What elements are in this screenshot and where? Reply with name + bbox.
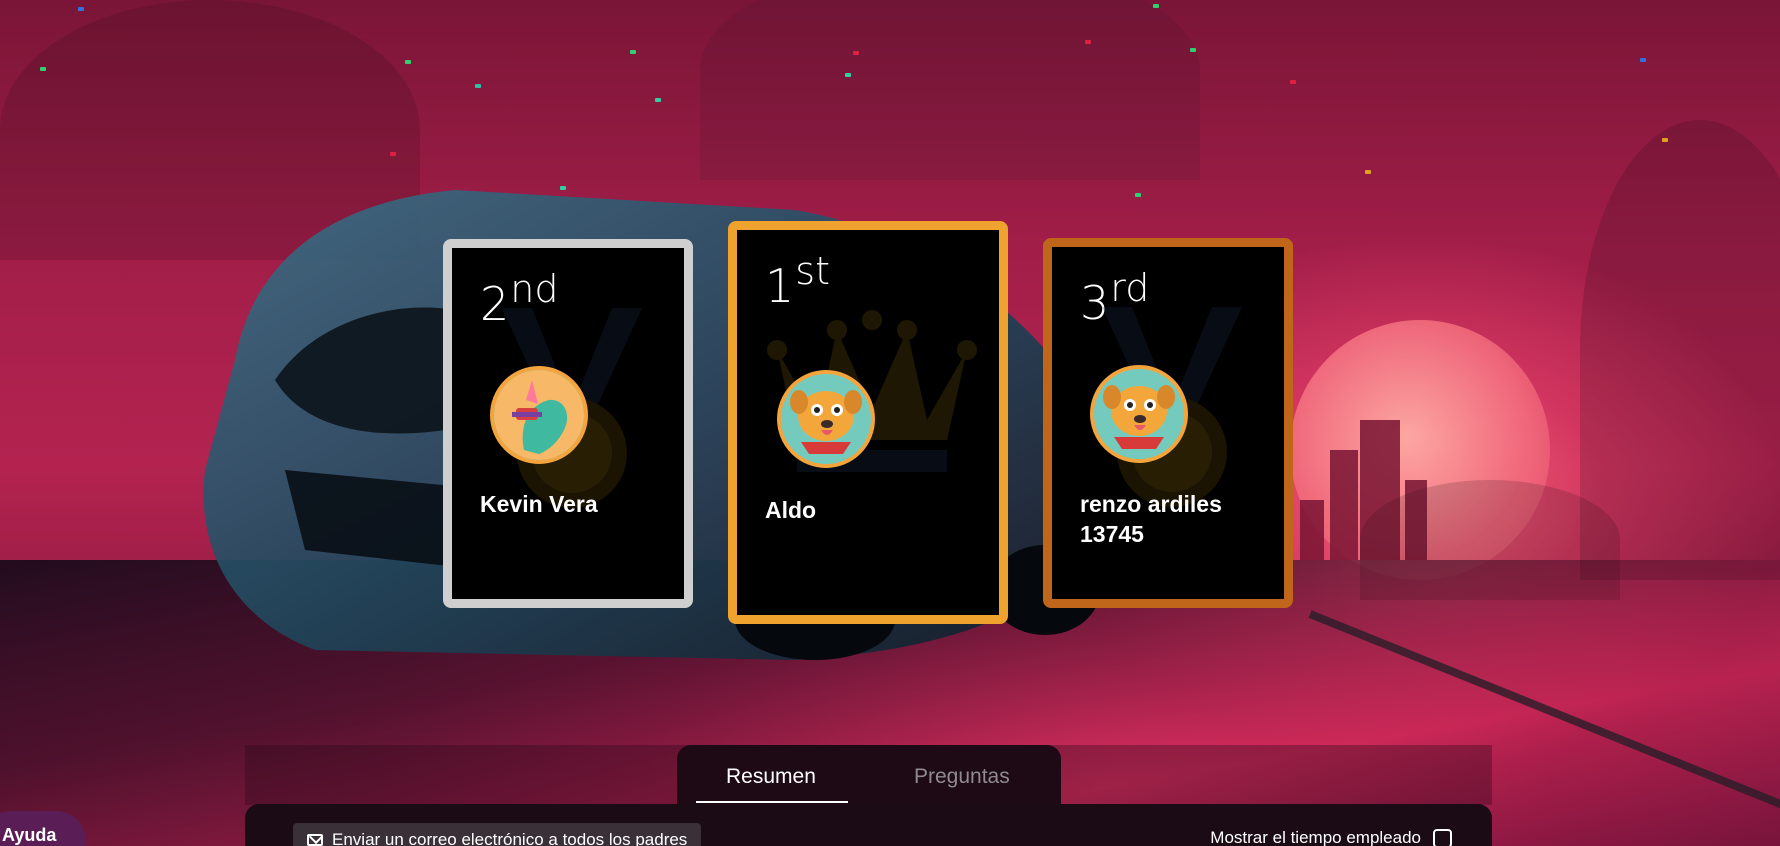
palm-tree: [1360, 480, 1620, 600]
player-name: Aldo: [765, 497, 817, 523]
podium-card-2nd: 2nd Kevin Vera: [443, 239, 693, 608]
unicorn-avatar-icon: [490, 366, 588, 464]
confetti: [1365, 170, 1371, 174]
report-panel: Enviar un correo electrónico a todos los…: [245, 804, 1492, 846]
confetti: [853, 51, 859, 55]
confetti: [1640, 58, 1646, 62]
show-time-spent-label: Mostrar el tiempo empleado: [1210, 828, 1421, 846]
pug-avatar-icon: [777, 370, 875, 468]
confetti: [1153, 4, 1159, 8]
show-time-spent-checkbox[interactable]: [1433, 828, 1452, 846]
podium-card-1st: 1st Aldo: [728, 221, 1008, 624]
confetti: [1290, 80, 1296, 84]
player-name: renzo ardiles 13745: [1080, 491, 1222, 547]
confetti: [845, 73, 851, 77]
confetti: [405, 60, 411, 64]
confetti: [1135, 193, 1141, 197]
help-button[interactable]: Ayuda: [0, 811, 86, 846]
tab-preguntas[interactable]: Preguntas: [914, 765, 1010, 789]
tab-resumen[interactable]: Resumen: [726, 765, 816, 789]
confetti: [475, 84, 481, 88]
confetti: [560, 186, 566, 190]
confetti: [40, 67, 46, 71]
report-tabs: Resumen Preguntas: [677, 745, 1061, 805]
confetti: [1662, 138, 1668, 142]
email-all-parents-label: Enviar un correo electrónico a todos los…: [332, 830, 688, 846]
podium-card-3rd: 3rd renzo ardiles 13745: [1043, 238, 1293, 608]
confetti: [390, 152, 396, 156]
palm-tree: [1580, 120, 1780, 580]
mail-icon: [307, 834, 323, 846]
rank-label: 1st: [765, 249, 830, 313]
confetti: [655, 98, 661, 102]
confetti: [1190, 48, 1196, 52]
confetti: [1085, 40, 1091, 44]
pug-avatar-icon: [1090, 365, 1188, 463]
confetti: [630, 50, 636, 54]
show-time-spent-toggle: Mostrar el tiempo empleado: [1210, 828, 1452, 846]
player-name: Kevin Vera: [480, 491, 598, 517]
email-all-parents-button[interactable]: Enviar un correo electrónico a todos los…: [293, 823, 702, 846]
active-tab-indicator: [696, 801, 848, 803]
confetti: [78, 7, 84, 11]
palm-tree: [700, 0, 1200, 180]
